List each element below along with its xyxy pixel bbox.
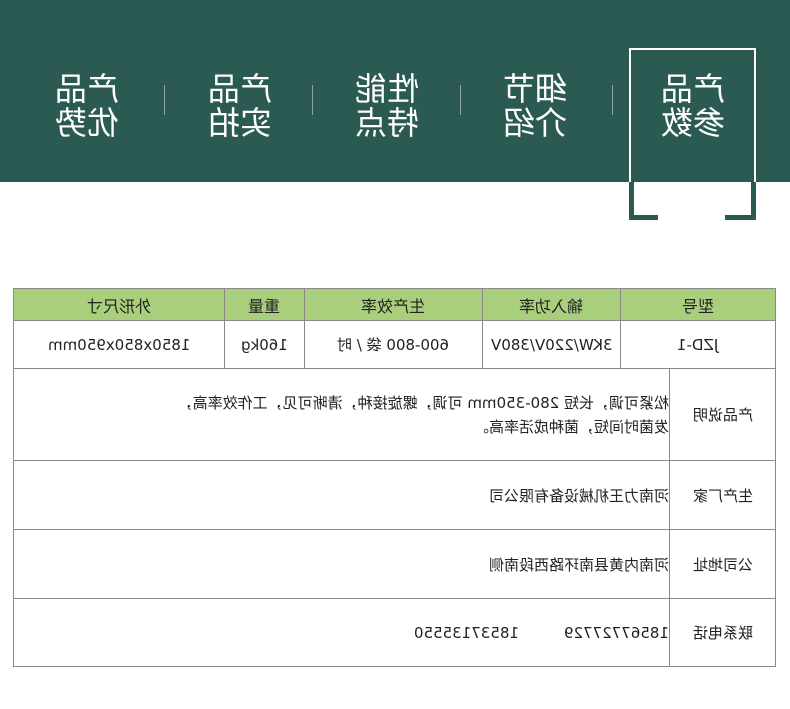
tab-label-line1: 细节 <box>503 70 568 108</box>
tab-performance-features[interactable]: 性能 特点 <box>342 70 432 142</box>
tab-label-line1: 产品 <box>661 70 726 108</box>
value-size: 1850x850x950mm <box>13 320 225 369</box>
address-content: 河南内黄县南环路西段南侧 <box>13 529 670 599</box>
value-power: 3KW/220V/380V <box>482 320 621 369</box>
manufacturer-content: 河南力王机械设备有限公司 <box>13 460 670 530</box>
label-address: 公司地址 <box>668 529 777 599</box>
tab-product-photos[interactable]: 产品 实拍 <box>195 70 285 142</box>
label-description: 产品说明 <box>668 368 777 461</box>
value-model: JZD-1 <box>619 320 777 369</box>
label-phone: 联系电话 <box>668 598 777 667</box>
value-weight: 160kg <box>224 320 305 369</box>
table-row: 18567727729 18537135550 联系电话 <box>13 598 777 667</box>
table-row: 河南内黄县南环路西段南侧 公司地址 <box>13 529 777 599</box>
tab-detail-intro[interactable]: 细节 介绍 <box>490 70 580 142</box>
table-header-row: 外形尺寸 重量 生产效率 输入功率 型号 <box>13 288 777 321</box>
tab-product-advantages[interactable]: 产品 优势 <box>42 70 132 142</box>
tab-label-line1: 性能 <box>355 70 420 108</box>
header-model: 型号 <box>619 288 777 321</box>
tab-divider <box>612 85 613 115</box>
table-row: 松紧可调，长短 280-350mm 可调，螺旋接种，清晰可见，工作效率高， 发菌… <box>13 368 777 461</box>
header-size: 外形尺寸 <box>13 288 225 321</box>
tab-label-line2: 介绍 <box>503 104 568 142</box>
spec-table: 外形尺寸 重量 生产效率 输入功率 型号 1850x850x950mm 160k… <box>13 288 777 667</box>
value-efficiency: 600-800 袋 / 时 <box>304 320 483 369</box>
description-line1: 松紧可调，长短 280-350mm 可调，螺旋接种，清晰可见，工作效率高， <box>177 393 669 412</box>
tab-label-line1: 产品 <box>55 70 120 108</box>
label-manufacturer: 生产厂家 <box>668 460 777 530</box>
tab-divider <box>460 85 461 115</box>
tab-divider <box>164 85 165 115</box>
description-line2: 发菌时间短，菌种成活率高。 <box>473 417 669 436</box>
table-row: 1850x850x950mm 160kg 600-800 袋 / 时 3KW/2… <box>13 320 777 369</box>
header-efficiency: 生产效率 <box>304 288 483 321</box>
tab-label-line2: 实拍 <box>208 104 273 142</box>
phone-content: 18567727729 18537135550 <box>13 598 670 667</box>
tab-product-params[interactable]: 产品 参数 <box>648 70 738 142</box>
tab-label-line1: 产品 <box>208 70 273 108</box>
tab-label-line2: 优势 <box>55 104 120 142</box>
header-power: 输入功率 <box>482 288 621 321</box>
table-row: 河南力王机械设备有限公司 生产厂家 <box>13 460 777 530</box>
header-weight: 重量 <box>224 288 305 321</box>
description-content: 松紧可调，长短 280-350mm 可调，螺旋接种，清晰可见，工作效率高， 发菌… <box>13 368 670 461</box>
tab-label-line2: 特点 <box>355 104 420 142</box>
tab-label-line2: 参数 <box>661 104 726 142</box>
tab-divider <box>312 85 313 115</box>
